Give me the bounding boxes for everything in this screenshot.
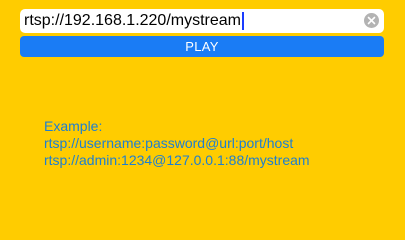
clear-text-button[interactable]	[364, 13, 379, 28]
example-heading: Example:	[44, 118, 103, 134]
play-button[interactable]: PLAY	[20, 36, 384, 57]
stream-url-field[interactable]: rtsp://192.168.1.220/mystream	[20, 9, 384, 33]
example-text-block: Example: rtsp://username:password@url:po…	[44, 118, 310, 169]
example-line-2: rtsp://admin:1234@127.0.0.1:88/mystream	[44, 152, 310, 168]
stream-url-input[interactable]: rtsp://192.168.1.220/mystream	[24, 12, 244, 30]
close-icon	[367, 16, 376, 25]
text-caret	[242, 12, 244, 30]
example-line-1: rtsp://username:password@url:port/host	[44, 135, 294, 151]
stream-url-value: rtsp://192.168.1.220/mystream	[24, 12, 241, 29]
